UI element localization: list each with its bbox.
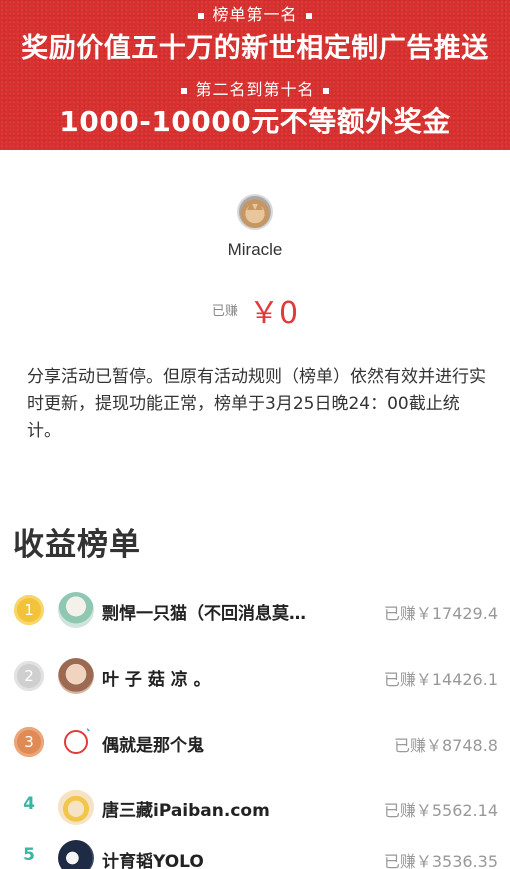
leaderboard-earned: 已赚￥5562.14 (383, 801, 498, 820)
leaderboard-row[interactable]: 4 唐三藏iPaiban.com 已赚￥5562.14 (0, 785, 510, 831)
avatar (58, 789, 94, 825)
leaderboard-name: 叶 子 菇 凉 。 (102, 670, 211, 690)
leaderboard-name: 偶就是那个鬼 (102, 736, 204, 756)
leaderboard-name: 剽悍一只猫（不回消息莫… (102, 604, 306, 624)
earned-label: 已赚 (211, 304, 238, 319)
rank-number: 5 (23, 845, 35, 865)
avatar (58, 724, 94, 760)
bronze-medal-icon: 3 (14, 727, 44, 757)
banner-runner-up-label: 第二名到第十名 (0, 76, 510, 100)
rank-number: 4 (23, 794, 35, 814)
gold-medal-icon: 1 (14, 595, 44, 625)
banner-first-place-prize: 奖励价值五十万的新世相定制广告推送 (21, 33, 489, 64)
user-name: Miracle (227, 240, 283, 259)
leaderboard-title: 收益榜单 (13, 527, 141, 563)
silver-medal-icon: 2 (14, 661, 44, 691)
user-avatar (237, 194, 273, 230)
leaderboard-name: 唐三藏iPaiban.com (102, 801, 270, 821)
leaderboard-name: 计育韬YOLO (102, 852, 204, 869)
leaderboard-row[interactable]: 3 偶就是那个鬼 已赚￥8748.8 (0, 720, 510, 766)
activity-notice: 分享活动已暂停。但原有活动规则（榜单）依然有效并进行实时更新，提现功能正常，榜单… (27, 367, 486, 441)
earned-value: ￥0 (249, 296, 299, 331)
leaderboard-earned: 已赚￥3536.35 (383, 852, 498, 869)
avatar (58, 658, 94, 694)
leaderboard-row[interactable]: 5 计育韬YOLO 已赚￥3536.35 (0, 836, 510, 869)
leaderboard-earned: 已赚￥8748.8 (394, 736, 498, 755)
leaderboard-row[interactable]: 1 剽悍一只猫（不回消息莫… 已赚￥17429.4 (0, 588, 510, 634)
banner-first-place-label: 榜单第一名 (0, 1, 510, 25)
leaderboard-earned: 已赚￥17429.4 (383, 604, 498, 623)
leaderboard-earned: 已赚￥14426.1 (383, 670, 498, 689)
promo-banner: 榜单第一名 奖励价值五十万的新世相定制广告推送 第二名到第十名 1000-100… (0, 0, 510, 150)
user-earnings: 已赚 ￥0 (0, 288, 510, 332)
avatar (58, 840, 94, 869)
banner-runner-up-prize: 1000-10000元不等额外奖金 (59, 105, 451, 138)
leaderboard-row[interactable]: 2 叶 子 菇 凉 。 已赚￥14426.1 (0, 654, 510, 700)
avatar (58, 592, 94, 628)
